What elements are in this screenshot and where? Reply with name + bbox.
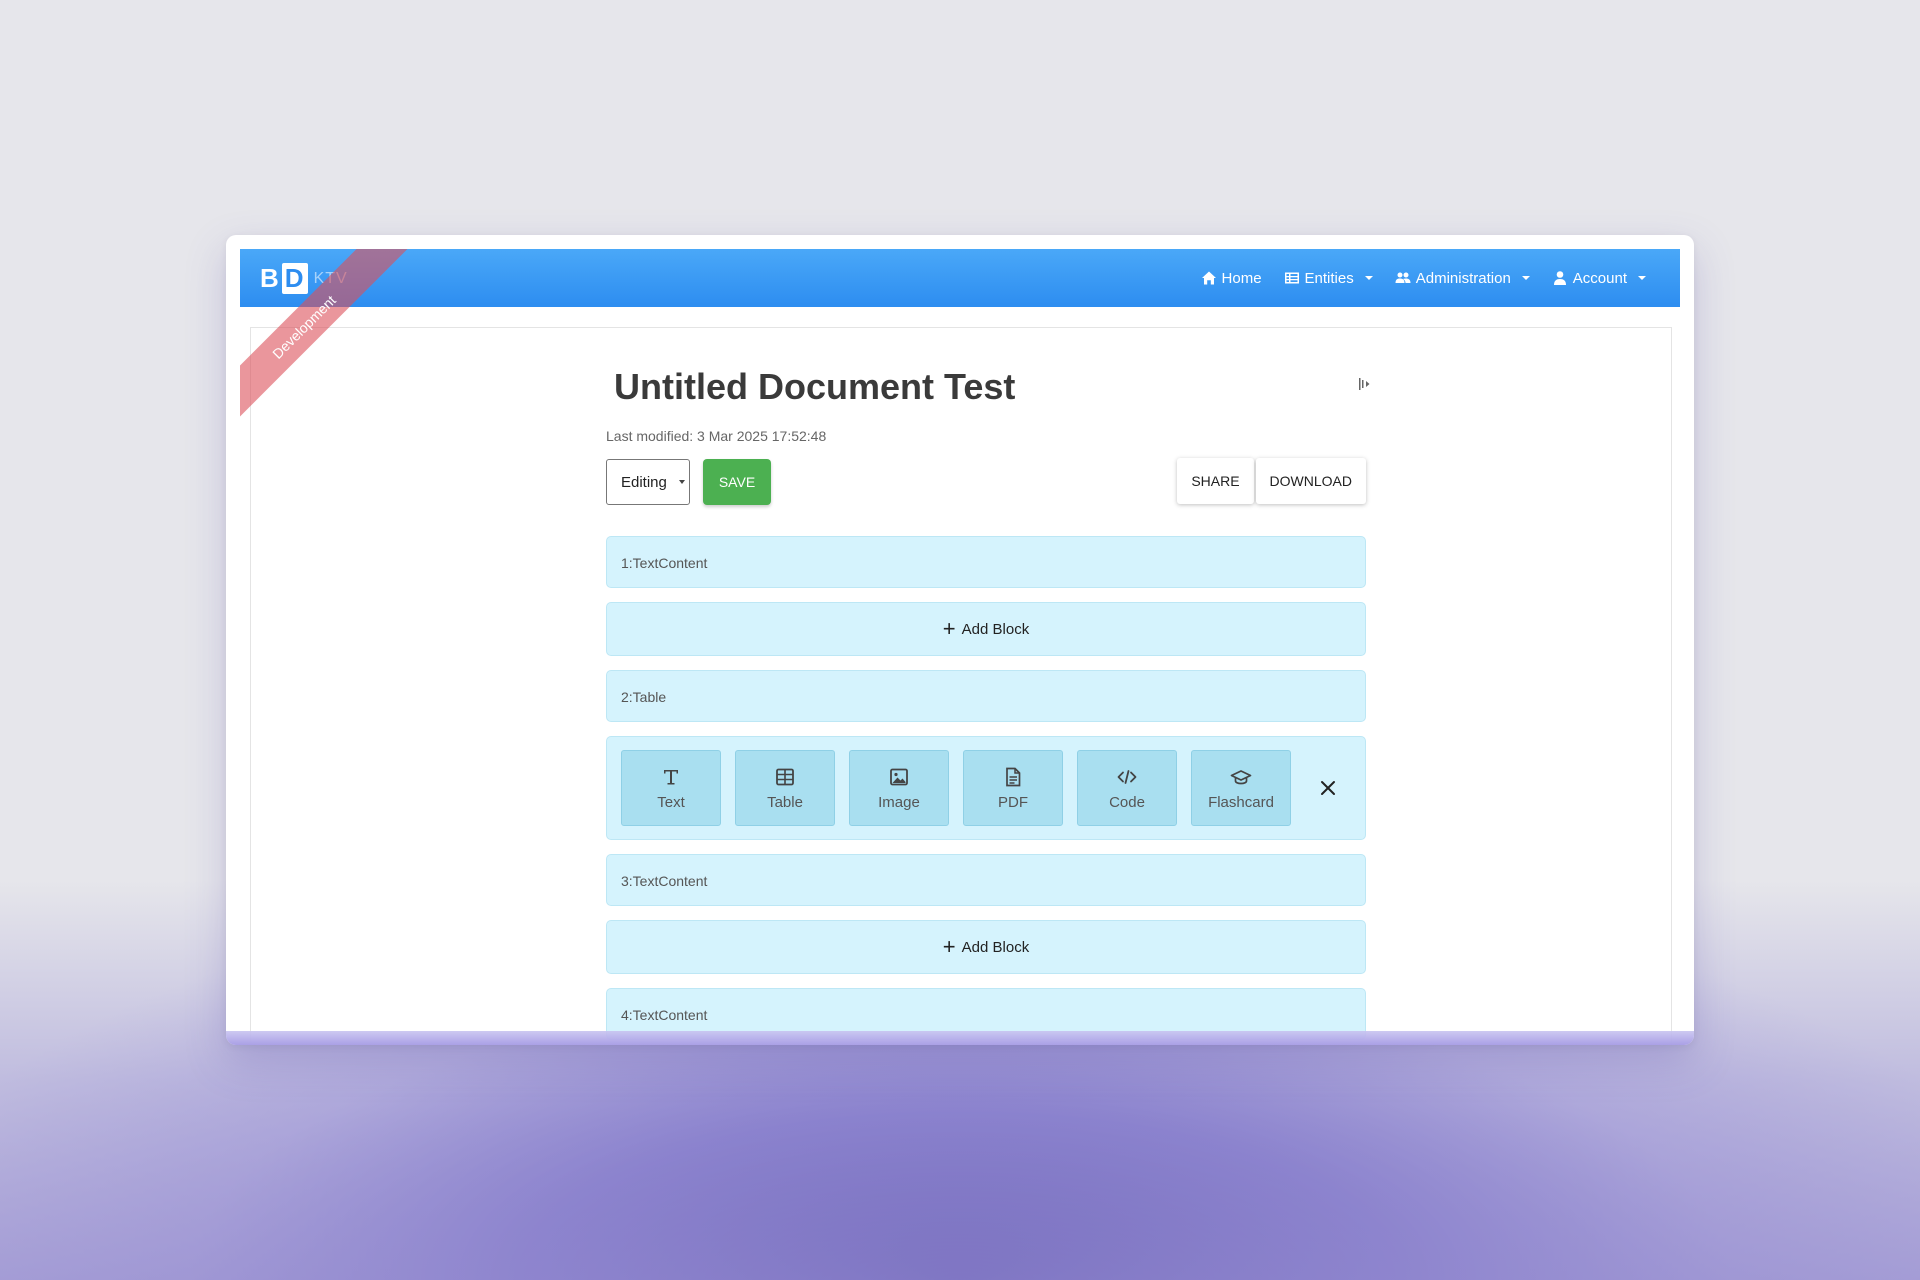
image-icon xyxy=(890,768,908,785)
content-block-1[interactable]: 1:TextContent xyxy=(606,536,1366,588)
top-navbar: BD KTV Home Entities Administration Acco… xyxy=(240,249,1680,307)
block-type-flashcard-label: Flashcard xyxy=(1208,793,1274,811)
brand-logo-text: B xyxy=(260,263,280,293)
user-icon xyxy=(1553,271,1566,285)
brand-logo-mark: D xyxy=(281,263,308,294)
brand-version: KTV xyxy=(313,269,348,287)
browser-window: BD KTV Home Entities Administration Acco… xyxy=(226,235,1694,1045)
nav-administration[interactable]: Administration xyxy=(1395,270,1530,287)
users-cog-icon xyxy=(1395,272,1411,283)
block-type-table-label: Table xyxy=(767,793,803,811)
add-block-label: Add Block xyxy=(961,938,1030,956)
add-block-button[interactable]: + Add Block xyxy=(606,602,1366,656)
content-card: Untitled Document Test Last modified: 3 … xyxy=(250,327,1672,1045)
add-block-button[interactable]: + Add Block xyxy=(606,920,1366,974)
nav-entities[interactable]: Entities xyxy=(1284,270,1373,287)
content-block-4[interactable]: 4:TextContent xyxy=(606,988,1366,1040)
last-modified: Last modified: 3 Mar 2025 17:52:48 xyxy=(606,428,827,444)
block-type-text-label: Text xyxy=(657,793,685,811)
home-icon xyxy=(1201,271,1216,285)
nav-home-label: Home xyxy=(1221,269,1262,287)
nav-menu: Home Entities Administration Account xyxy=(1201,249,1646,307)
block-type-pdf[interactable]: PDF xyxy=(963,750,1063,826)
chevron-down-icon xyxy=(1521,276,1530,280)
plus-icon: + xyxy=(942,616,956,641)
file-pdf-icon xyxy=(1006,767,1021,786)
close-icon[interactable] xyxy=(1317,777,1339,799)
block-type-text[interactable]: Text xyxy=(621,750,721,826)
block-type-image[interactable]: Image xyxy=(849,750,949,826)
chevron-down-icon xyxy=(1364,276,1373,280)
nav-account-label: Account xyxy=(1572,269,1627,287)
nav-home[interactable]: Home xyxy=(1201,270,1262,287)
text-icon xyxy=(664,769,678,784)
nav-administration-label: Administration xyxy=(1415,269,1511,287)
nav-account[interactable]: Account xyxy=(1552,270,1646,287)
share-button[interactable]: SHARE xyxy=(1177,458,1254,504)
block-type-pdf-label: PDF xyxy=(998,793,1028,811)
document-editor: Untitled Document Test Last modified: 3 … xyxy=(606,362,1370,1040)
plus-icon: + xyxy=(942,934,956,959)
code-icon xyxy=(1117,769,1137,784)
block-type-table[interactable]: Table xyxy=(735,750,835,826)
outline-toggle-icon[interactable] xyxy=(1358,376,1372,392)
block-type-code[interactable]: Code xyxy=(1077,750,1177,826)
block-type-image-label: Image xyxy=(878,793,920,811)
save-button[interactable]: SAVE xyxy=(703,459,771,505)
block-type-code-label: Code xyxy=(1109,793,1145,811)
page-title[interactable]: Untitled Document Test xyxy=(614,362,1366,412)
editor-toolbar: Editing SAVE SHARE DOWNLOAD xyxy=(606,458,1366,506)
block-list: 1:TextContent + Add Block 2:Table Text T… xyxy=(606,536,1366,1040)
table-icon xyxy=(776,768,794,785)
block-type-picker: Text Table Image PDF Code Flashcard xyxy=(606,736,1366,840)
nav-entities-label: Entities xyxy=(1304,269,1354,287)
block-type-flashcard[interactable]: Flashcard xyxy=(1191,750,1291,826)
chevron-down-icon xyxy=(679,480,685,484)
mode-select[interactable]: Editing xyxy=(606,459,690,505)
mode-select-value: Editing xyxy=(621,473,667,491)
download-button[interactable]: DOWNLOAD xyxy=(1255,458,1366,504)
chevron-down-icon xyxy=(1638,276,1646,280)
content-block-3[interactable]: 3:TextContent xyxy=(606,854,1366,906)
content-block-2[interactable]: 2:Table xyxy=(606,670,1366,722)
table-list-icon xyxy=(1284,272,1299,284)
graduation-cap-icon xyxy=(1230,769,1252,784)
add-block-label: Add Block xyxy=(961,620,1030,638)
brand-logo[interactable]: BD KTV xyxy=(260,263,348,294)
toolbar-right: SHARE DOWNLOAD xyxy=(1177,458,1366,504)
